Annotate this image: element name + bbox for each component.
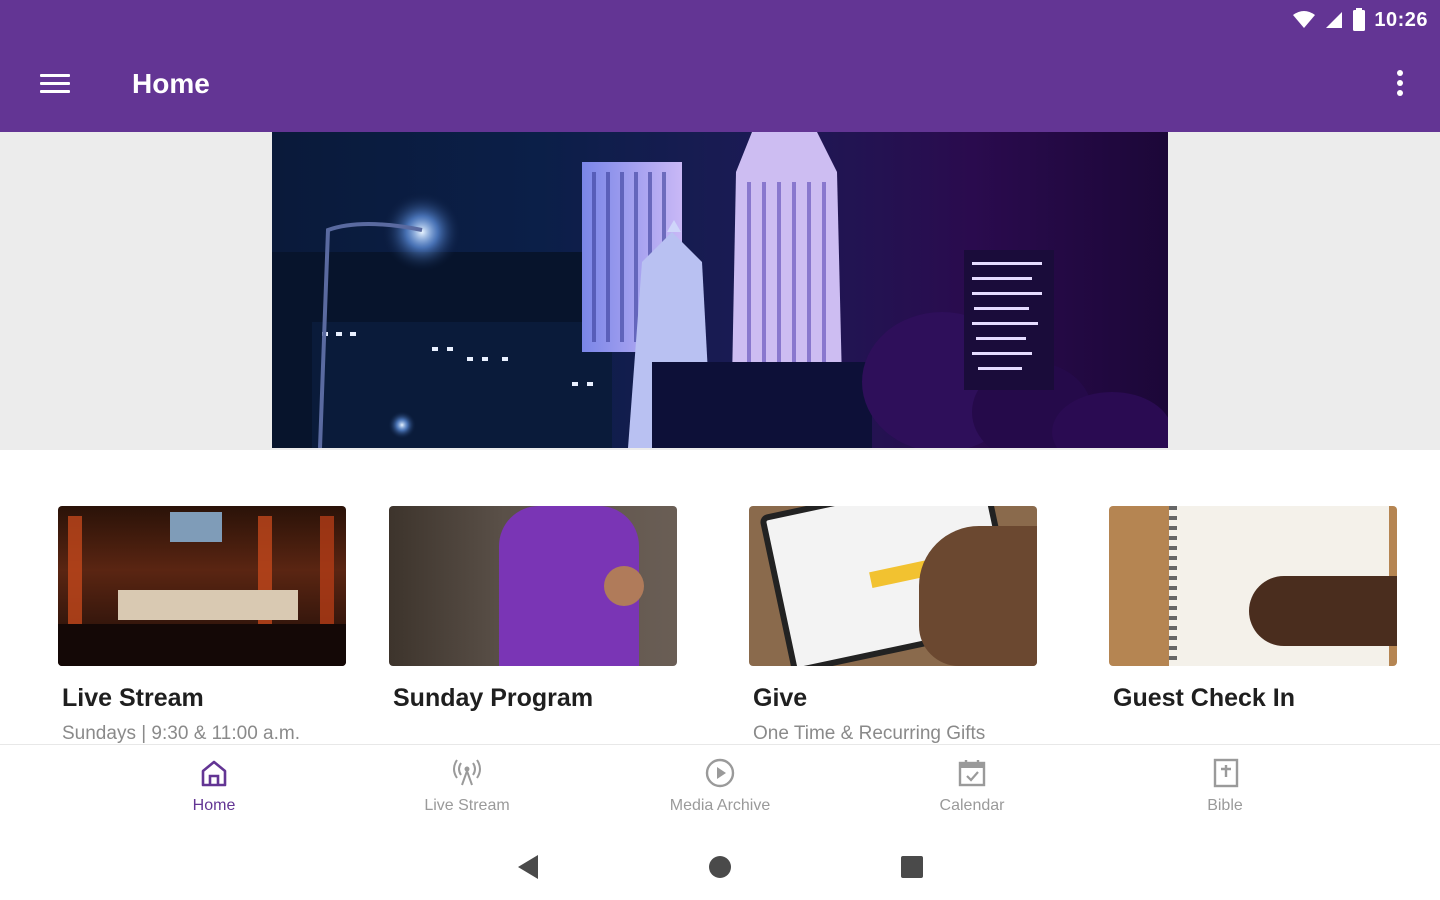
- overflow-menu-button[interactable]: [1388, 66, 1412, 106]
- notebook-spiral: [1169, 506, 1177, 666]
- system-recents-button[interactable]: [896, 851, 928, 883]
- hamburger-icon-line: [40, 90, 70, 93]
- more-vert-icon-dot: [1397, 90, 1403, 96]
- banner-area: [0, 132, 1440, 450]
- home-circle-icon: [709, 856, 731, 878]
- skyline-illustration: [272, 132, 1168, 448]
- status-icons: 10:26: [1292, 6, 1428, 34]
- hamburger-icon-line: [40, 82, 70, 85]
- nav-label-live-stream: Live Stream: [424, 797, 510, 814]
- card-give[interactable]: Give One Time & Recurring Gifts: [749, 506, 1037, 745]
- card-image-live-stream[interactable]: [58, 506, 346, 666]
- nav-item-media-archive[interactable]: Media Archive: [620, 745, 820, 833]
- home-icon: [201, 760, 227, 787]
- card-guest-check-in[interactable]: Guest Check In: [1109, 506, 1397, 723]
- system-back-button[interactable]: [512, 851, 544, 883]
- hamburger-icon: [40, 74, 70, 77]
- stage-lights: [320, 516, 334, 636]
- card-title: Guest Check In: [1113, 684, 1295, 712]
- writing-hand: [1249, 576, 1397, 646]
- card-title: Sunday Program: [393, 684, 594, 712]
- more-vert-icon-dot: [1397, 80, 1403, 86]
- card-sunday-program[interactable]: Sunday Program: [389, 506, 677, 723]
- card-title: Give: [753, 684, 808, 712]
- status-time: 10:26: [1374, 8, 1428, 31]
- status-bar: 10:26: [0, 0, 1440, 40]
- nav-item-live-stream[interactable]: Live Stream: [367, 745, 567, 833]
- hero-banner-image: [272, 132, 1168, 448]
- nav-item-bible[interactable]: Bible: [1125, 745, 1325, 833]
- stage: [118, 590, 298, 620]
- card-image-guest-check-in[interactable]: [1109, 506, 1397, 666]
- recents-square-icon: [901, 856, 923, 878]
- card-title: Live Stream: [62, 684, 204, 712]
- card-subtitle: Sundays | 9:30 & 11:00 a.m.: [62, 723, 301, 744]
- stage-screen: [170, 512, 222, 542]
- nav-label-media-archive: Media Archive: [669, 797, 771, 814]
- wifi-icon: [1293, 11, 1316, 28]
- nav-label-bible: Bible: [1207, 797, 1243, 814]
- card-live-stream[interactable]: Live Stream Sundays | 9:30 & 11:00 a.m.: [58, 506, 346, 745]
- bottom-navigation: Home Live Stream Media Archive Calendar: [0, 745, 1440, 833]
- system-home-button[interactable]: [704, 851, 736, 883]
- system-navigation-bar: [0, 833, 1440, 900]
- card-image-sunday-program[interactable]: [389, 506, 677, 666]
- nav-label-calendar: Calendar: [939, 797, 1005, 814]
- audience: [58, 624, 346, 666]
- nav-label-home: Home: [192, 797, 236, 814]
- more-vert-icon: [1397, 70, 1403, 76]
- stage-lights: [68, 516, 82, 636]
- card-subtitle: One Time & Recurring Gifts: [753, 723, 986, 744]
- play-circle-icon: [705, 758, 735, 788]
- battery-icon: [1353, 8, 1366, 31]
- nav-item-calendar[interactable]: Calendar: [872, 745, 1072, 833]
- bible-icon: [1213, 758, 1239, 788]
- phone-hands: [604, 566, 644, 606]
- card-image-give[interactable]: [749, 506, 1037, 666]
- app-bar: Home: [0, 40, 1440, 132]
- broadcast-icon: [453, 759, 481, 786]
- cell-signal-icon: [1326, 12, 1343, 28]
- menu-button[interactable]: [30, 64, 78, 104]
- nav-item-home[interactable]: Home: [114, 745, 314, 833]
- hand: [919, 526, 1037, 666]
- back-triangle-icon: [518, 855, 538, 879]
- page-title: Home: [132, 68, 210, 99]
- calendar-icon: [958, 760, 986, 787]
